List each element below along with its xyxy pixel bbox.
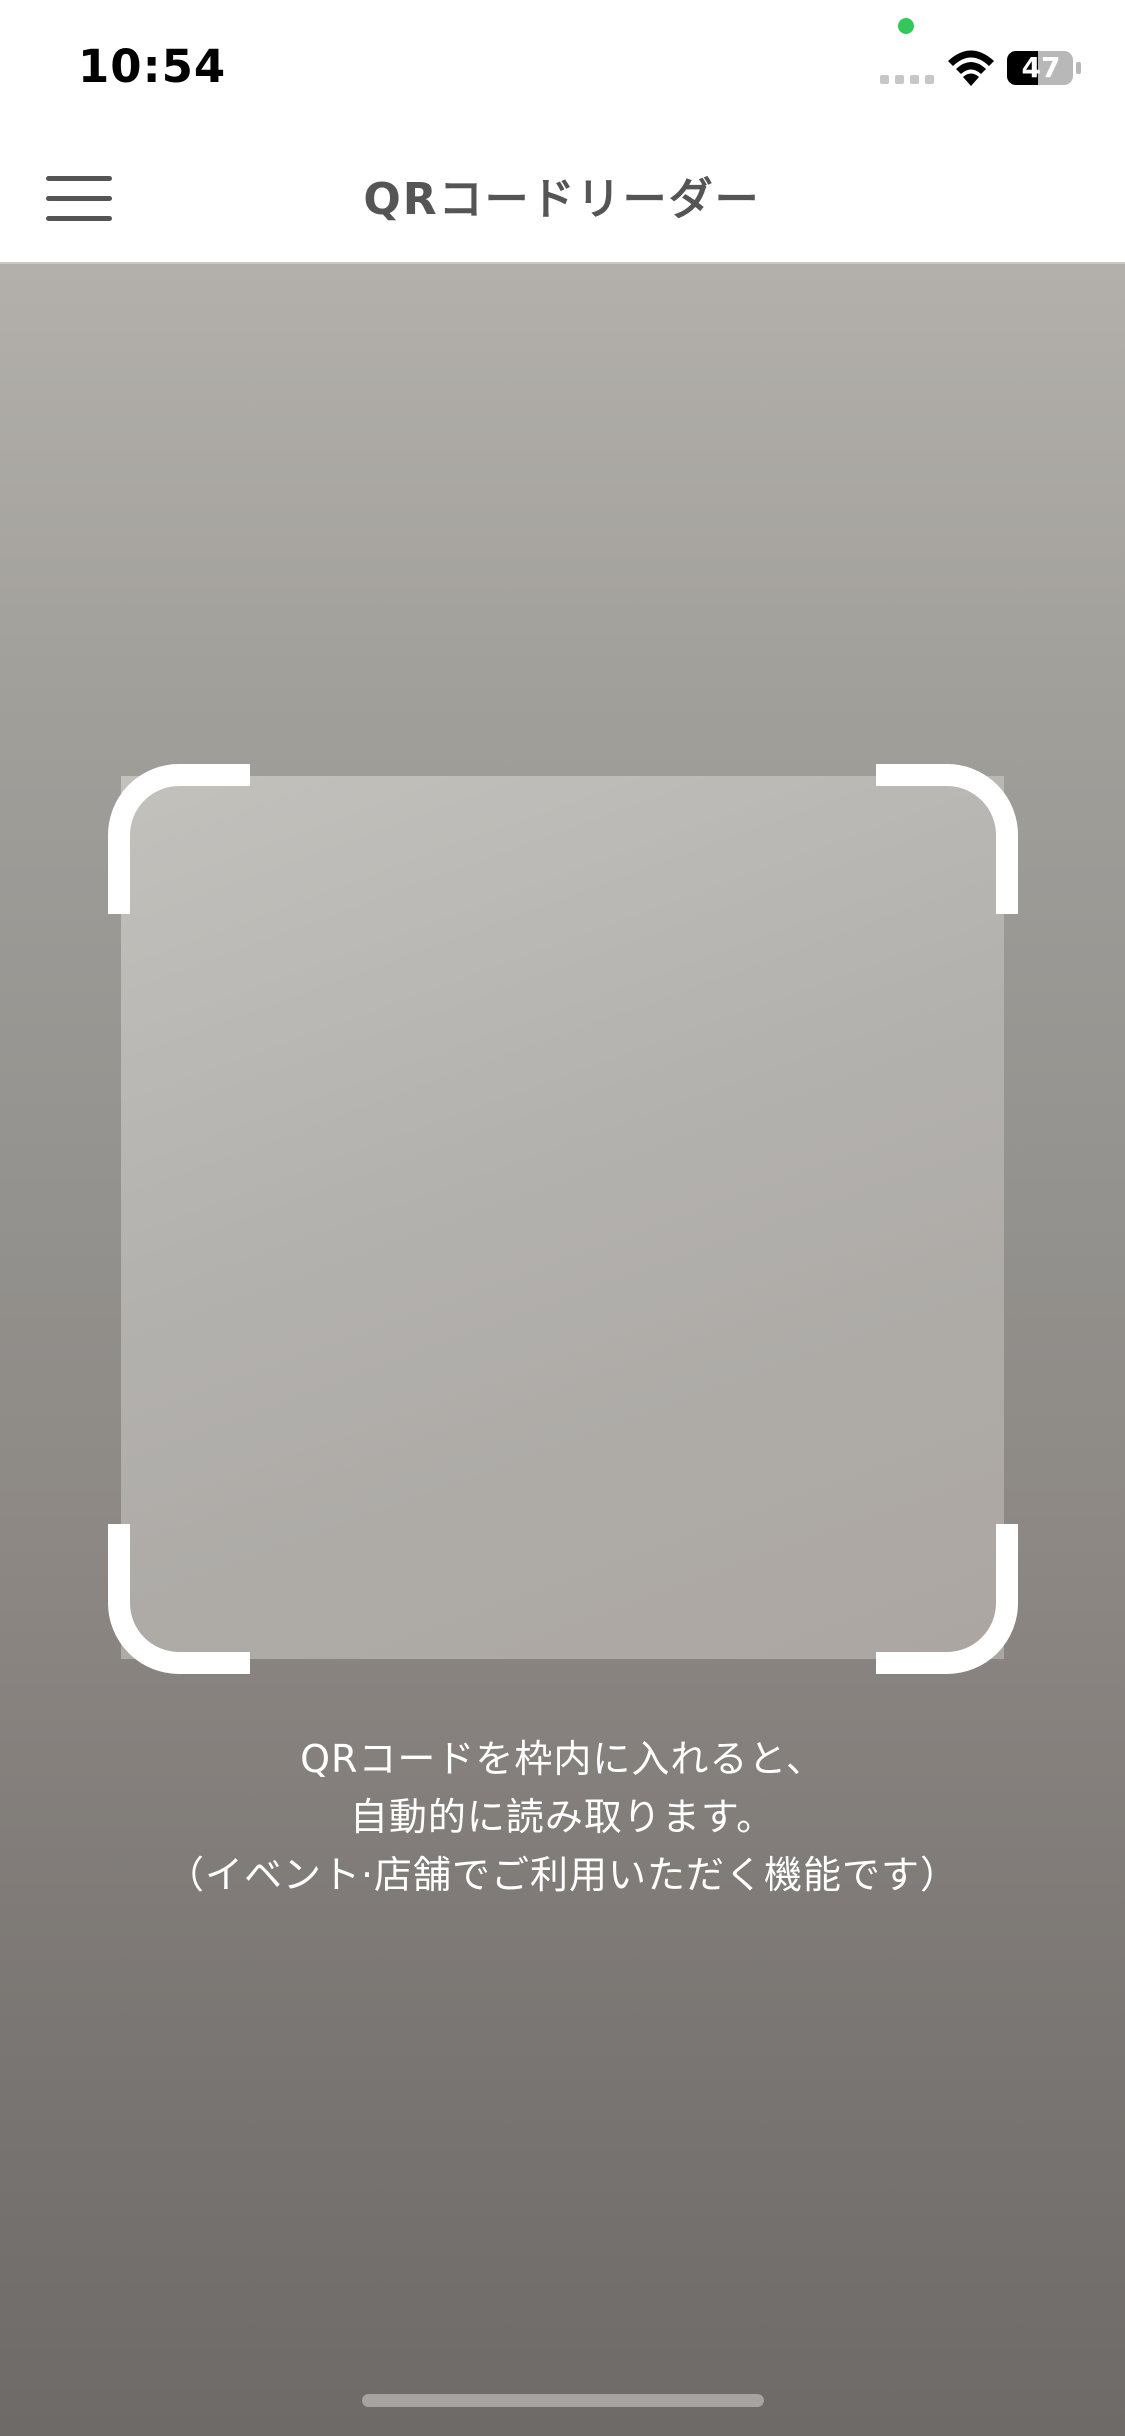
camera-preview: QRコードを枠内に入れると、 自動的に読み取ります。 （イベント·店舗でご利用い… — [0, 264, 1125, 2436]
navigation-bar: QRコードリーダー — [0, 132, 1125, 264]
battery-level-text: 47 — [1021, 51, 1061, 84]
signal-icon — [880, 75, 934, 84]
page-title: QRコードリーダー — [363, 174, 761, 225]
instruction-line: QRコードを枠内に入れると、 — [300, 1737, 825, 1781]
privacy-indicator-dot — [898, 18, 914, 34]
home-indicator — [362, 2394, 764, 2407]
scan-frame-corners — [108, 764, 1018, 1674]
instruction-line: 自動的に読み取ります。 — [349, 1795, 776, 1839]
wifi-icon — [948, 50, 994, 86]
status-bar: 10:54 47 — [0, 0, 1125, 132]
status-time: 10:54 — [78, 40, 227, 93]
footer-note: ーブの社員満載です — [506, 2356, 739, 2386]
menu-button[interactable] — [40, 162, 122, 234]
instruction-line: （イベント·店舗でご利用いただく機能です） — [165, 1853, 960, 1897]
scan-instruction: QRコードを枠内に入れると、 自動的に読み取ります。 （イベント·店舗でご利用い… — [0, 1730, 1125, 1904]
